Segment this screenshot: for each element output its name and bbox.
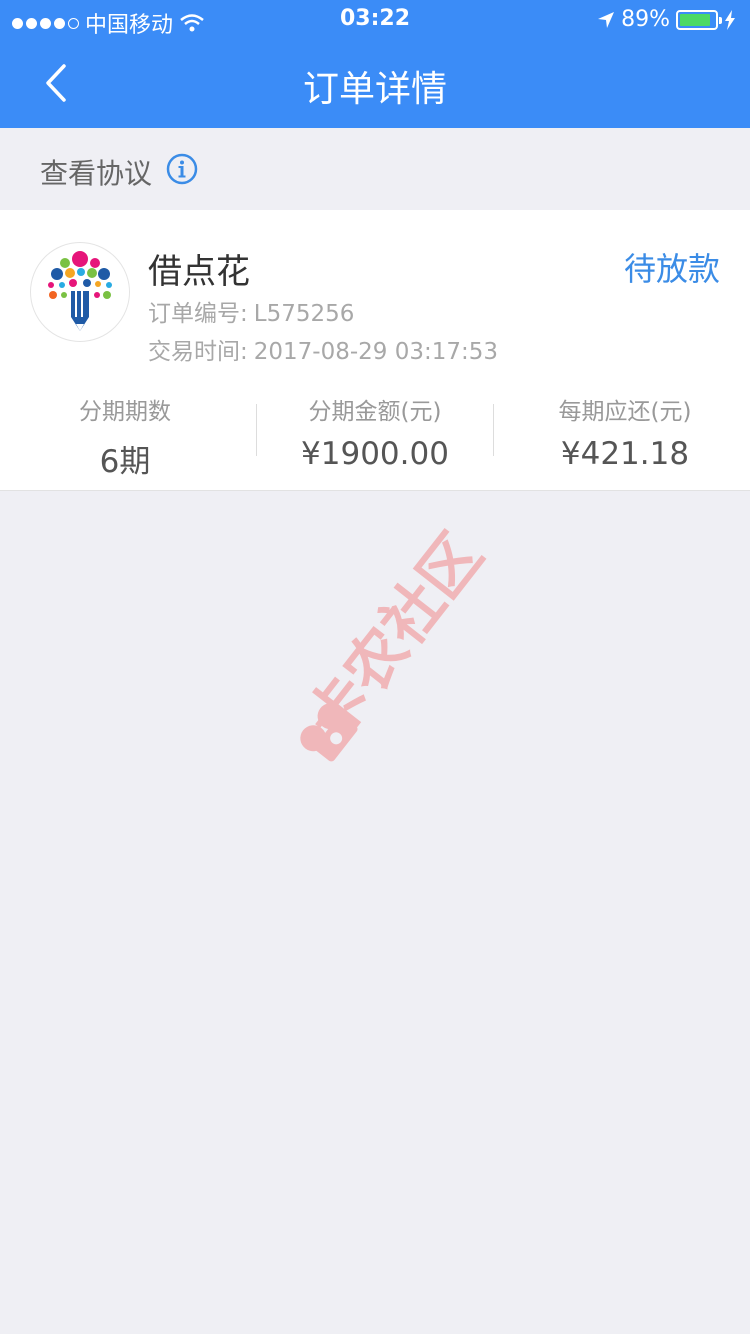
stat-value: 6期 xyxy=(99,444,151,480)
installment-stats: 分期期数 6期 分期金额(元) ¥1900.00 每期应还(元) ¥421.18 xyxy=(0,390,750,480)
order-number-label: 订单编号: xyxy=(148,301,248,327)
pencil-tree-logo xyxy=(48,251,112,331)
order-card: 借点花 待放款 订单编号: L575256 交易时间: 2017-08-29 03:… xyxy=(0,210,750,491)
status-bar: 中国移动 03:22 89% xyxy=(0,0,750,40)
info-circle-icon[interactable] xyxy=(166,153,198,185)
stat-label: 分期金额(元) xyxy=(308,399,442,425)
stat-value: ¥421.18 xyxy=(560,436,690,472)
transaction-time-row: 交易时间: 2017-08-29 03:17:53 xyxy=(148,332,498,366)
stat-divider xyxy=(493,404,494,456)
merchant-logo xyxy=(30,242,130,342)
page-title: 订单详情 xyxy=(302,69,447,110)
per-period-payment-stat: 每期应还(元) ¥421.18 xyxy=(500,390,750,472)
navigation-bar: 订单详情 xyxy=(0,40,750,128)
stat-value: ¥1900.00 xyxy=(301,436,449,472)
installment-count-stat: 分期期数 6期 xyxy=(0,390,250,480)
battery-percent: 89% xyxy=(621,7,670,32)
stat-label: 分期期数 xyxy=(79,399,171,425)
merchant-name: 借点花 xyxy=(148,252,250,292)
battery-icon xyxy=(676,9,722,30)
status-badge: 待放款 xyxy=(623,250,720,288)
order-number-row: 订单编号: L575256 xyxy=(148,294,354,328)
watermark-logo: 卡农社区 xyxy=(293,521,496,762)
location-arrow-icon xyxy=(598,11,615,28)
order-number-value: L575256 xyxy=(253,301,355,327)
charging-bolt-icon xyxy=(725,9,735,30)
transaction-time-label: 交易时间: xyxy=(148,339,248,365)
header-bar: 中国移动 03:22 89% 订单详情 xyxy=(0,0,750,128)
view-protocol-row[interactable]: 查看协议 xyxy=(0,128,750,210)
view-protocol-label[interactable]: 查看协议 xyxy=(40,152,152,192)
stat-divider xyxy=(256,404,257,456)
stat-label: 每期应还(元) xyxy=(558,399,692,425)
installment-amount-stat: 分期金额(元) ¥1900.00 xyxy=(250,390,500,472)
transaction-time-value: 2017-08-29 03:17:53 xyxy=(253,339,499,365)
